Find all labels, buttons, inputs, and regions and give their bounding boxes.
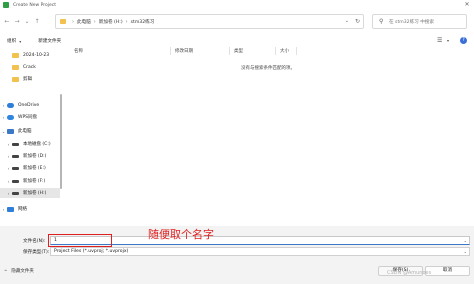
expand-chevron-icon[interactable]: ›: [5, 154, 12, 159]
column-header-type[interactable]: 类型: [234, 48, 243, 54]
column-divider[interactable]: [229, 47, 230, 55]
sidebar-item[interactable]: ⌄ 此电脑: [0, 126, 60, 136]
expand-chevron-icon[interactable]: ⌄: [0, 129, 7, 134]
hide-folders-toggle[interactable]: ^ 隐藏文件夹: [4, 268, 34, 275]
sidebar-item[interactable]: › 新加卷 (D:): [0, 151, 60, 161]
expand-chevron-icon[interactable]: ›: [0, 115, 7, 120]
sidebar-item[interactable]: › 新加卷 (E:): [0, 163, 60, 173]
search-placeholder: 在 stm32练习 中搜索: [389, 19, 434, 25]
title-bar: Create New Project ✕: [0, 0, 474, 10]
filetype-select[interactable]: Project Files (*.uvproj; *.uvprojx) ⌄: [50, 247, 470, 256]
view-options-icon[interactable]: ☰: [437, 37, 442, 44]
sidebar-item-label: 本地磁盘 (C:): [23, 142, 51, 147]
drive-icon: [12, 154, 19, 158]
filetype-value: Project Files (*.uvproj; *.uvprojx): [54, 249, 129, 254]
empty-message: 没有与搜索条件匹配的项。: [241, 66, 295, 71]
watermark: CSDN @Amunoes: [387, 270, 432, 276]
chevron-right-icon: ›: [72, 18, 74, 25]
chevron-right-icon: ›: [93, 18, 96, 25]
chevron-down-icon: ⌄: [463, 249, 467, 254]
sidebar-item-label: Crack: [23, 64, 36, 70]
app-icon: [3, 2, 9, 8]
search-icon: ⚲: [379, 18, 384, 25]
sidebar-item[interactable]: › OneDrive: [0, 100, 60, 110]
drive-icon: [12, 142, 19, 146]
expand-chevron-icon[interactable]: ›: [0, 207, 7, 212]
navigation-bar: ← → ⌄ ↑ › 此电脑 › 新加卷 (H:) › stm32练习 ⌄ ↻ ⚲…: [0, 12, 474, 32]
sidebar-item[interactable]: › 新加卷 (H:): [0, 188, 60, 198]
expand-chevron-icon[interactable]: ›: [5, 166, 12, 171]
network-icon: [7, 206, 14, 212]
expand-chevron-icon[interactable]: ›: [5, 179, 12, 184]
sidebar-item-label: OneDrive: [18, 102, 40, 108]
chevron-up-icon: ^: [4, 268, 8, 274]
column-header-date[interactable]: 修改日期: [175, 48, 193, 54]
expand-chevron-icon[interactable]: ›: [0, 103, 7, 108]
organize-button[interactable]: 组织: [7, 38, 16, 44]
column-divider[interactable]: [296, 47, 297, 55]
forward-icon[interactable]: →: [12, 16, 22, 28]
pc-icon: [7, 128, 14, 134]
close-icon[interactable]: ✕: [463, 1, 471, 9]
folder-icon: [60, 19, 66, 24]
chevron-down-icon[interactable]: ▾: [447, 38, 449, 43]
chevron-down-icon[interactable]: ⌄: [345, 18, 349, 24]
sidebar-item[interactable]: 2024-10-23: [0, 50, 60, 60]
column-divider[interactable]: [170, 47, 171, 55]
sidebar-item[interactable]: › 新加卷 (F:): [0, 176, 60, 186]
column-header-size[interactable]: 大小: [280, 48, 289, 54]
breadcrumb-this-pc[interactable]: 此电脑: [77, 19, 91, 25]
breadcrumb-stm32[interactable]: stm32练习: [131, 19, 155, 25]
sidebar-item-label: 新加卷 (E:): [23, 166, 46, 171]
address-bar[interactable]: › 此电脑 › 新加卷 (H:) › stm32练习 ⌄ ↻: [55, 14, 364, 29]
help-icon[interactable]: ?: [460, 37, 467, 44]
highlight-box: [48, 234, 112, 247]
sidebar-item[interactable]: › 网络: [0, 204, 60, 214]
sidebar-item[interactable]: Crack: [0, 62, 60, 72]
folder-icon: [12, 64, 19, 70]
hide-folders-label: 隐藏文件夹: [11, 269, 34, 274]
back-icon[interactable]: ←: [2, 16, 12, 28]
navigation-pane: 2024-10-23 Crack 剪辑 › OneDrive › WPS同盘 ⌄ 此电脑 › 本地磁…: [0, 47, 60, 226]
history-dropdown-icon[interactable]: ⌄: [22, 16, 32, 28]
sidebar-item-label: 新加卷 (D:): [23, 154, 47, 159]
sidebar-item-label: 网络: [18, 207, 27, 212]
breadcrumb-drive-h[interactable]: 新加卷 (H:): [99, 19, 123, 25]
toolbar: 组织 ▾ 新建文件夹 ☰ ▾ ?: [0, 36, 474, 46]
folder-icon: [12, 76, 19, 82]
cloud-icon: [7, 102, 14, 108]
search-input[interactable]: ⚲ 在 stm32练习 中搜索: [372, 14, 467, 29]
drive-icon: [12, 166, 19, 170]
wps-icon: [7, 114, 14, 120]
up-icon[interactable]: ↑: [32, 16, 42, 28]
refresh-icon[interactable]: ↻: [355, 18, 360, 25]
sidebar-item-label: 新加卷 (F:): [23, 179, 46, 184]
sidebar-item[interactable]: 剪辑: [0, 74, 60, 84]
sidebar-item[interactable]: › 本地磁盘 (C:): [0, 139, 60, 149]
window-title: Create New Project: [13, 2, 57, 8]
chevron-down-icon[interactable]: ⌄: [464, 237, 467, 245]
annotation-text: 随便取个名字: [148, 228, 214, 241]
new-folder-button[interactable]: 新建文件夹: [38, 38, 61, 44]
sidebar-item-label: 新加卷 (H:): [23, 191, 47, 196]
drive-icon: [12, 179, 19, 183]
sidebar-item-label: 此电脑: [18, 129, 32, 134]
sidebar-item[interactable]: › WPS同盘: [0, 112, 60, 122]
drive-icon: [12, 191, 19, 195]
filename-label: 文件名(N):: [23, 239, 46, 244]
filename-input[interactable]: 1 ⌄: [50, 236, 470, 245]
column-divider[interactable]: [275, 47, 276, 55]
sidebar-item-label: 剪辑: [23, 77, 32, 82]
folder-icon: [12, 52, 19, 58]
expand-chevron-icon[interactable]: ›: [5, 191, 12, 196]
sidebar-item-label: 2024-10-23: [23, 52, 50, 58]
expand-chevron-icon[interactable]: ›: [5, 142, 12, 147]
column-header-name[interactable]: 名称: [74, 48, 83, 54]
chevron-right-icon: ›: [125, 18, 128, 25]
sidebar-item-label: WPS同盘: [18, 115, 38, 120]
cancel-button[interactable]: 取消: [425, 266, 470, 276]
chevron-down-icon: ▾: [19, 38, 22, 44]
file-list[interactable]: 名称 修改日期 类型 大小 没有与搜索条件匹配的项。: [62, 46, 474, 226]
filetype-label: 保存类型(T):: [23, 250, 50, 255]
